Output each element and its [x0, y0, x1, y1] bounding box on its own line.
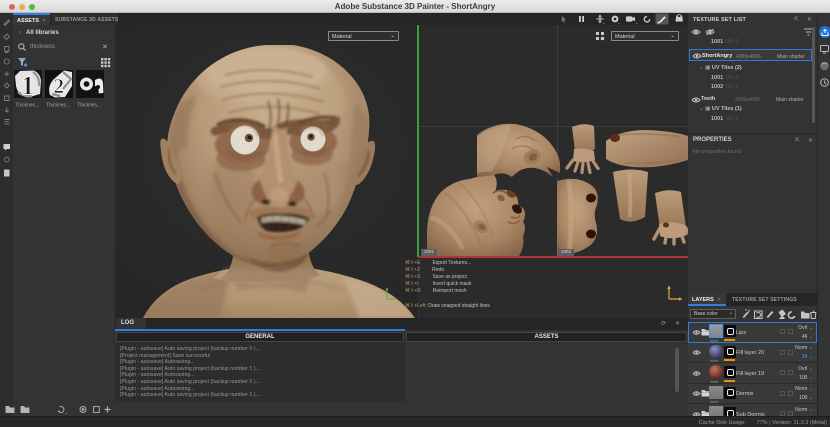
- svg-text:1: 1: [21, 71, 35, 101]
- svg-text:Thicknes...: Thicknes...: [46, 103, 70, 109]
- svg-text:2: 2: [54, 74, 65, 98]
- svg-text:Thicknes...: Thicknes...: [15, 103, 39, 109]
- svg-text:Thicknes...: Thicknes...: [77, 103, 101, 109]
